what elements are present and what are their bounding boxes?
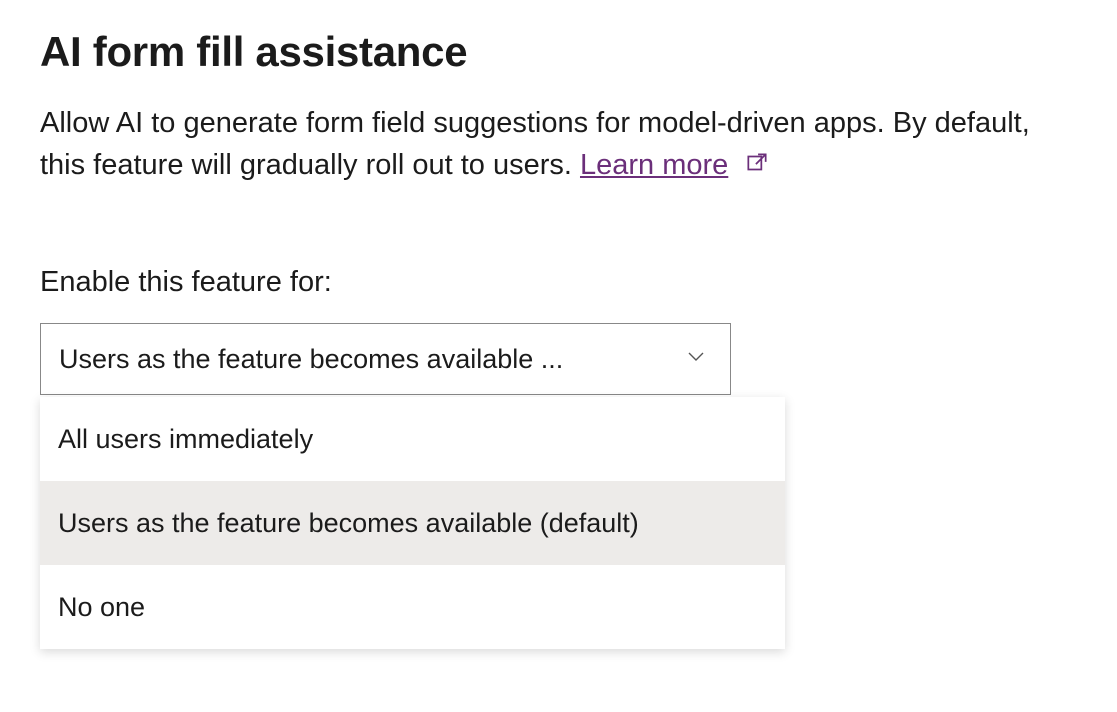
section-description: Allow AI to generate form field suggesti… bbox=[40, 102, 1077, 188]
enable-for-select: Users as the feature becomes available .… bbox=[40, 323, 785, 649]
option-no-one[interactable]: No one bbox=[40, 565, 785, 649]
option-label: Users as the feature becomes available (… bbox=[58, 508, 639, 539]
enable-for-combobox[interactable]: Users as the feature becomes available .… bbox=[40, 323, 731, 395]
description-text: Allow AI to generate form field suggesti… bbox=[40, 107, 1030, 181]
combobox-value: Users as the feature becomes available .… bbox=[59, 344, 563, 375]
option-users-default[interactable]: Users as the feature becomes available (… bbox=[40, 481, 785, 565]
enable-for-label: Enable this feature for: bbox=[40, 266, 1077, 299]
settings-section: AI form fill assistance Allow AI to gene… bbox=[0, 0, 1117, 689]
enable-for-dropdown: All users immediately Users as the featu… bbox=[40, 397, 785, 649]
option-label: No one bbox=[58, 592, 145, 623]
learn-more-link[interactable]: Learn more bbox=[580, 149, 728, 181]
option-all-users[interactable]: All users immediately bbox=[40, 397, 785, 481]
option-label: All users immediately bbox=[58, 424, 313, 455]
section-heading: AI form fill assistance bbox=[40, 28, 1077, 76]
chevron-down-icon bbox=[684, 344, 708, 375]
external-link-icon bbox=[744, 146, 770, 188]
